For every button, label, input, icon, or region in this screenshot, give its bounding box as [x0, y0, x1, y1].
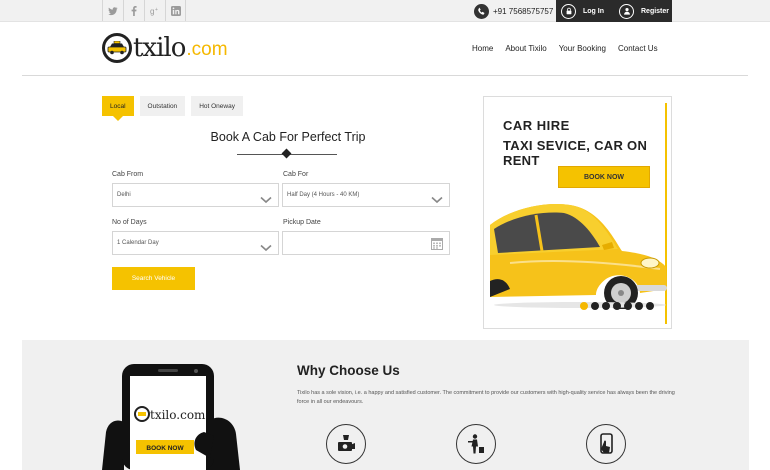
nav-home[interactable]: Home: [472, 44, 493, 53]
auth-bar: Log In Register: [556, 0, 672, 22]
trip-type-tabs: Local Outstation Hot Oneway: [102, 96, 249, 121]
phone-number: +91 7568575757: [493, 6, 554, 16]
lock-icon: [561, 3, 576, 19]
nav-your-booking[interactable]: Your Booking: [559, 44, 606, 53]
booking-title: Book A Cab For Perfect Trip: [210, 130, 366, 144]
cab-from-select[interactable]: Delhi: [112, 183, 279, 207]
twitter-icon[interactable]: [102, 0, 123, 21]
slider-dot[interactable]: [602, 302, 610, 310]
traveller-icon: [456, 424, 496, 464]
chevron-down-icon: [431, 191, 443, 204]
nav-contact[interactable]: Contact Us: [618, 44, 658, 53]
main-nav: Home About Tixilo Your Booking Contact U…: [472, 44, 670, 53]
header-divider: [22, 75, 748, 76]
tab-hot-oneway[interactable]: Hot Oneway: [191, 96, 243, 116]
days-value: 1 Calendar Day: [117, 240, 159, 246]
phone-icon: [474, 3, 489, 19]
slider-dot[interactable]: [635, 302, 643, 310]
days-select[interactable]: 1 Calendar Day: [112, 231, 279, 255]
yellow-car-image: [490, 203, 667, 309]
login-button[interactable]: Log In: [556, 0, 614, 22]
social-links: g +: [102, 0, 186, 22]
cab-for-select[interactable]: Half Day (4 Hours - 40 KM): [282, 183, 450, 207]
taxi-logo-icon: [102, 33, 132, 63]
phone-logo-text: txilo.com: [150, 408, 206, 422]
slider-dot[interactable]: [591, 302, 599, 310]
tab-local[interactable]: Local: [102, 96, 134, 121]
pickup-date-label: Pickup Date: [283, 219, 321, 226]
chevron-down-icon: [260, 191, 272, 204]
why-description: Tixilo has a sole vision, i.e. a happy a…: [297, 390, 675, 405]
tab-outstation[interactable]: Outstation: [139, 96, 186, 116]
phone-book-now-text: BOOK NOW: [146, 445, 184, 452]
phone-contact[interactable]: +91 7568575757: [474, 2, 553, 20]
google-plus-icon[interactable]: g +: [144, 0, 165, 21]
logo-text: txilo: [133, 33, 186, 63]
nav-about[interactable]: About Tixilo: [505, 44, 546, 53]
cab-from-value: Delhi: [117, 192, 131, 198]
cab-for-value: Half Day (4 Hours - 40 KM): [287, 192, 360, 198]
search-vehicle-button[interactable]: Search Vehicle: [112, 267, 195, 290]
svg-text:+: +: [155, 7, 158, 13]
cash-payment-icon: [326, 424, 366, 464]
facebook-icon[interactable]: [123, 0, 144, 21]
slider-dot[interactable]: [580, 302, 588, 310]
svg-text:g: g: [150, 7, 154, 16]
user-icon: [619, 3, 634, 19]
calendar-icon[interactable]: [431, 237, 443, 250]
days-label: No of Days: [112, 219, 147, 226]
promo-banner[interactable]: CAR HIRE TAXI SEVICE, CAR ON RENT BOOK N…: [483, 96, 672, 329]
slider-dot[interactable]: [624, 302, 632, 310]
register-button[interactable]: Register: [614, 0, 672, 22]
linkedin-icon[interactable]: [165, 0, 186, 21]
slider-dots: [580, 302, 657, 310]
site-logo[interactable]: txilo .com: [102, 28, 228, 68]
slider-dot[interactable]: [613, 302, 621, 310]
why-title: Why Choose Us: [297, 363, 400, 378]
cab-for-label: Cab For: [283, 171, 309, 178]
promo-subheading: TAXI SEVICE, CAR ON RENT: [503, 138, 648, 168]
chevron-down-icon: [260, 239, 272, 252]
mobile-booking-icon: [586, 424, 626, 464]
logo-domain: .com: [186, 39, 228, 60]
divider-diamond-icon: [281, 148, 292, 159]
promo-slide: CAR HIRE TAXI SEVICE, CAR ON RENT BOOK N…: [490, 103, 667, 324]
login-label: Log In: [583, 7, 604, 15]
slider-dot[interactable]: [646, 302, 654, 310]
promo-heading: CAR HIRE: [503, 118, 570, 133]
phone-in-hand-image: txilo.com BOOK NOW: [102, 364, 240, 470]
register-label: Register: [641, 7, 670, 15]
pickup-date-input[interactable]: [282, 231, 450, 255]
cab-from-label: Cab From: [112, 171, 144, 178]
